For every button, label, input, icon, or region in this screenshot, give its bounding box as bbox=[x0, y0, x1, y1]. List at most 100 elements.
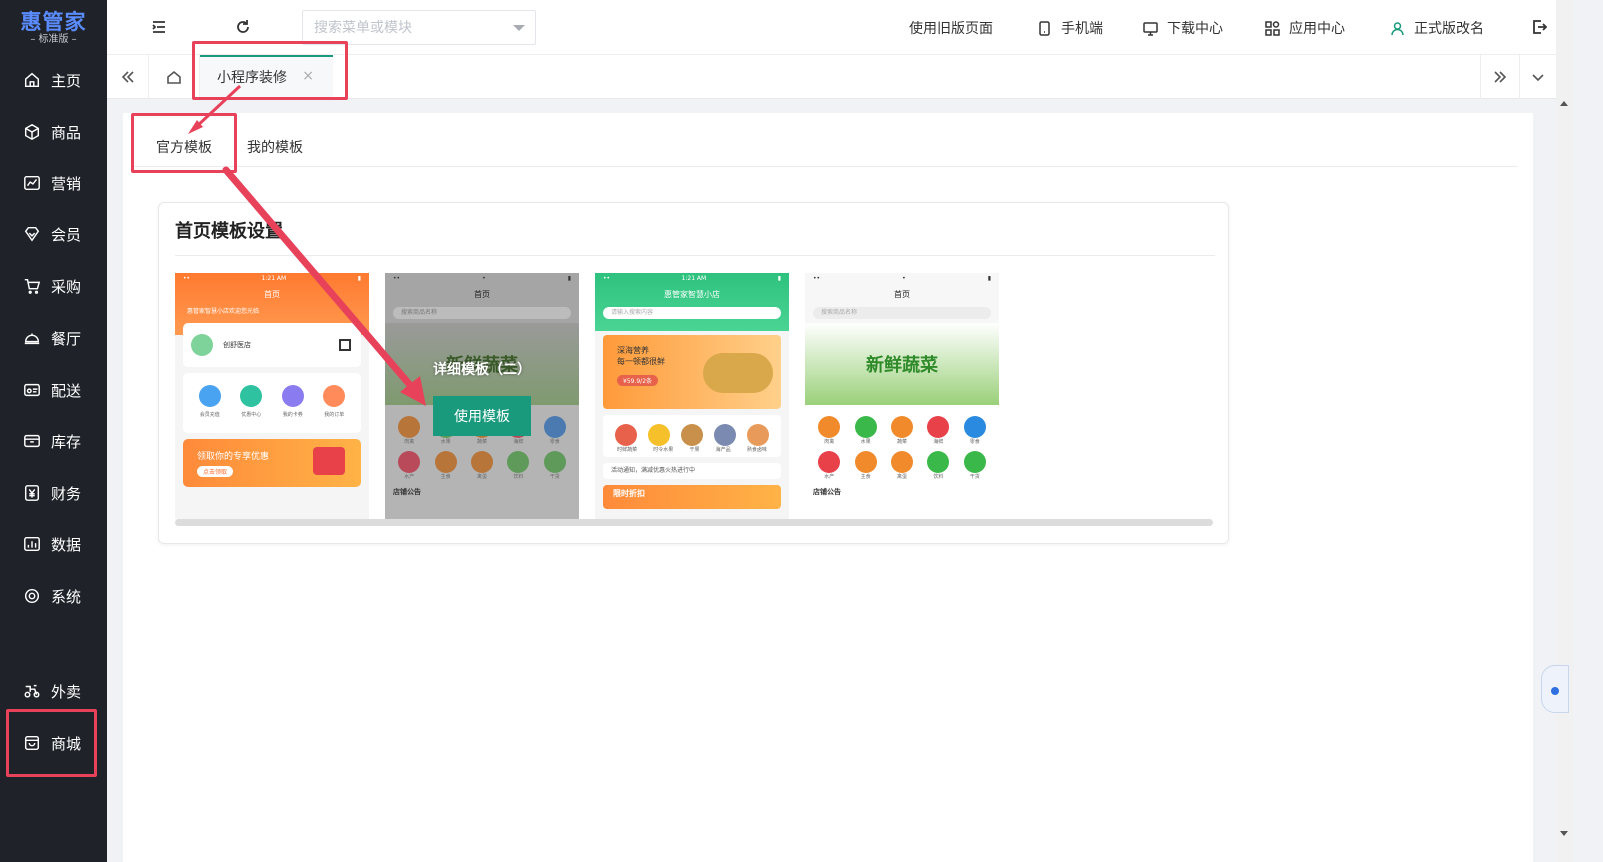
store-name: 创舒医店 bbox=[223, 341, 251, 349]
logout-icon bbox=[1533, 20, 1547, 34]
category-label: 肉禽 bbox=[824, 439, 835, 445]
sidebar-item-takeout[interactable]: 外卖 bbox=[0, 671, 107, 711]
search-input[interactable] bbox=[314, 19, 504, 36]
assistant-float-button[interactable] bbox=[1541, 665, 1569, 713]
feature-labels: 会员充值 优惠中心 我的卡券 我的订单 bbox=[183, 411, 361, 419]
store-avatar bbox=[191, 334, 213, 356]
template-thumbnail-1[interactable]: •• 1:21 AM ▮ 首页 惠管家智慧小店欢迎您光临 创舒医店 会员充值 优惠 bbox=[175, 273, 369, 519]
category-icon bbox=[714, 424, 737, 446]
scroll-up-arrow[interactable] bbox=[1560, 101, 1568, 106]
sidebar-item-label: 商品 bbox=[51, 123, 82, 142]
sidebar-item-label: 会员 bbox=[51, 225, 82, 244]
sidebar: 惠管家 – 标准版 – 主页 商品 营销 会员 采购 餐厅 配送 库存 财务 数… bbox=[0, 0, 107, 862]
template-thumbnail-4[interactable]: •• • ▮ 首页 搜索商品名称 新鲜蔬菜 肉禽 水果 蔬菜 海鲜 零食 水产 … bbox=[805, 273, 999, 519]
robot-icon bbox=[1551, 687, 1559, 695]
category-label: 肉禽 bbox=[404, 439, 415, 445]
coupon-center-icon bbox=[240, 385, 263, 407]
sidebar-item-stock[interactable]: 库存 bbox=[0, 421, 107, 461]
menu-icon bbox=[152, 21, 165, 33]
tab-my-templates[interactable]: 我的模板 bbox=[247, 129, 303, 165]
template-search: 搜索商品名称 bbox=[813, 307, 991, 319]
horizontal-scrollbar[interactable] bbox=[175, 519, 1213, 526]
sidebar-item-data[interactable]: 数据 bbox=[0, 524, 107, 564]
sidebar-item-mall[interactable]: 商城 bbox=[0, 723, 107, 763]
template-hover-title: 详细模板（二） bbox=[433, 362, 531, 378]
category-grid: 时鲜蔬菜 时令水果 干果 海产品 熟食卤味 bbox=[603, 415, 781, 457]
sidebar-item-label: 采购 bbox=[51, 277, 82, 296]
category-icon bbox=[963, 416, 986, 438]
yuan-icon bbox=[22, 483, 42, 503]
category-icon bbox=[434, 451, 457, 473]
category-icon bbox=[818, 416, 841, 438]
page-scrollbar[interactable] bbox=[1556, 0, 1573, 862]
sidebar-item-home[interactable]: 主页 bbox=[0, 60, 107, 100]
category-label: 蔬菜 bbox=[476, 439, 487, 445]
category-label: 时鲜蔬菜 bbox=[617, 447, 638, 453]
sidebar-item-finance[interactable]: 财务 bbox=[0, 473, 107, 513]
tabs-scroll-left-button[interactable] bbox=[107, 55, 149, 99]
mobile-link[interactable]: 手机端 bbox=[1036, 17, 1103, 39]
sidebar-item-delivery[interactable]: 配送 bbox=[0, 370, 107, 410]
menu-search[interactable] bbox=[302, 10, 536, 45]
category-label: 干果 bbox=[689, 447, 700, 453]
my-order-icon bbox=[323, 385, 346, 407]
sidebar-item-purchase[interactable]: 采购 bbox=[0, 266, 107, 306]
status-time: 1:21 AM bbox=[261, 275, 287, 282]
template-thumbnail-3[interactable]: •• 1:21 AM ▮ 惠管家智慧小店 请输入搜索内容 深海营养 每一顿都很鲜 ¥… bbox=[595, 273, 789, 519]
store-card: 创舒医店 bbox=[183, 323, 361, 367]
download-center-link[interactable]: 下载中心 bbox=[1142, 17, 1223, 39]
shop-icon bbox=[22, 733, 42, 753]
sidebar-item-system[interactable]: 系统 bbox=[0, 576, 107, 616]
app-logo[interactable]: 惠管家 – 标准版 – bbox=[0, 0, 107, 56]
template-page-title: 首页 bbox=[264, 289, 280, 299]
category-icon bbox=[507, 451, 530, 473]
category-icon bbox=[543, 451, 566, 473]
tab-official-templates[interactable]: 官方模板 bbox=[156, 129, 212, 165]
sidebar-item-restaurant[interactable]: 餐厅 bbox=[0, 318, 107, 358]
feature-label: 我的订单 bbox=[324, 412, 345, 418]
scroll-down-arrow[interactable] bbox=[1560, 831, 1568, 836]
sidebar-item-member[interactable]: 会员 bbox=[0, 214, 107, 254]
use-template-button[interactable]: 使用模板 bbox=[433, 396, 531, 436]
template-banner: 新鲜蔬菜 bbox=[805, 323, 999, 405]
home-tab[interactable] bbox=[149, 55, 200, 99]
promo-banner: 领取你的专享优惠 点击领取 bbox=[183, 439, 361, 487]
category-label: 零食 bbox=[549, 439, 560, 445]
feature-label: 优惠中心 bbox=[241, 412, 262, 418]
old-page-link[interactable]: 使用旧版页面 bbox=[909, 17, 993, 39]
template-search: 搜索商品名称 bbox=[393, 307, 571, 319]
category-icon bbox=[647, 424, 670, 446]
tabs-scroll-right-button[interactable] bbox=[1480, 55, 1520, 99]
qr-code-icon bbox=[339, 339, 351, 351]
template-location: 惠管家智慧小店欢迎您光临 bbox=[187, 308, 260, 315]
category-label: 时令水果 bbox=[653, 447, 674, 453]
close-icon[interactable]: × bbox=[302, 68, 314, 84]
category-icon bbox=[927, 451, 950, 473]
sidebar-item-goods[interactable]: 商品 bbox=[0, 112, 107, 152]
logout-button[interactable] bbox=[1529, 17, 1549, 37]
category-labels: 水产 主食 禽蛋 饮料 干货 bbox=[805, 473, 999, 481]
category-icon bbox=[680, 424, 703, 446]
category-icon bbox=[818, 451, 841, 473]
category-icons bbox=[805, 416, 999, 438]
category-icon bbox=[927, 416, 950, 438]
menu-fold-button[interactable] bbox=[149, 17, 169, 37]
sidebar-item-marketing[interactable]: 营销 bbox=[0, 163, 107, 203]
card-title: 首页模板设置 bbox=[175, 221, 283, 242]
refresh-button[interactable] bbox=[233, 17, 253, 37]
tab-miniprogram-decoration[interactable]: 小程序装修 × bbox=[200, 55, 333, 99]
template-thumbnail-2[interactable]: •• • ▮ 首页 搜索商品名称 新鲜蔬菜 肉禽 水果 蔬菜 海鲜 零食 水产 … bbox=[385, 273, 579, 519]
rename-label: 正式版改名 bbox=[1414, 21, 1484, 37]
rename-link[interactable]: 正式版改名 bbox=[1389, 17, 1484, 39]
apps-grid-icon bbox=[1265, 20, 1280, 36]
truck-icon bbox=[22, 380, 42, 400]
tabs-more-button[interactable] bbox=[1520, 55, 1556, 99]
status-bar: •• 1:21 AM ▮ bbox=[595, 273, 789, 285]
template-card: 首页模板设置 ••1:21 AM▮ 首页 惠管家智慧小店欢迎您光临 创舒医店 bbox=[158, 202, 1229, 544]
category-label: 饮料 bbox=[933, 474, 944, 480]
top-header: 使用旧版页面 手机端 下载中心 应用中心 正式版改名 bbox=[107, 0, 1556, 55]
app-center-link[interactable]: 应用中心 bbox=[1264, 17, 1345, 39]
chevron-down-icon[interactable] bbox=[513, 25, 525, 31]
category-labels: 肉禽 水果 蔬菜 海鲜 零食 bbox=[385, 438, 579, 446]
category-label: 禽蛋 bbox=[896, 474, 907, 480]
